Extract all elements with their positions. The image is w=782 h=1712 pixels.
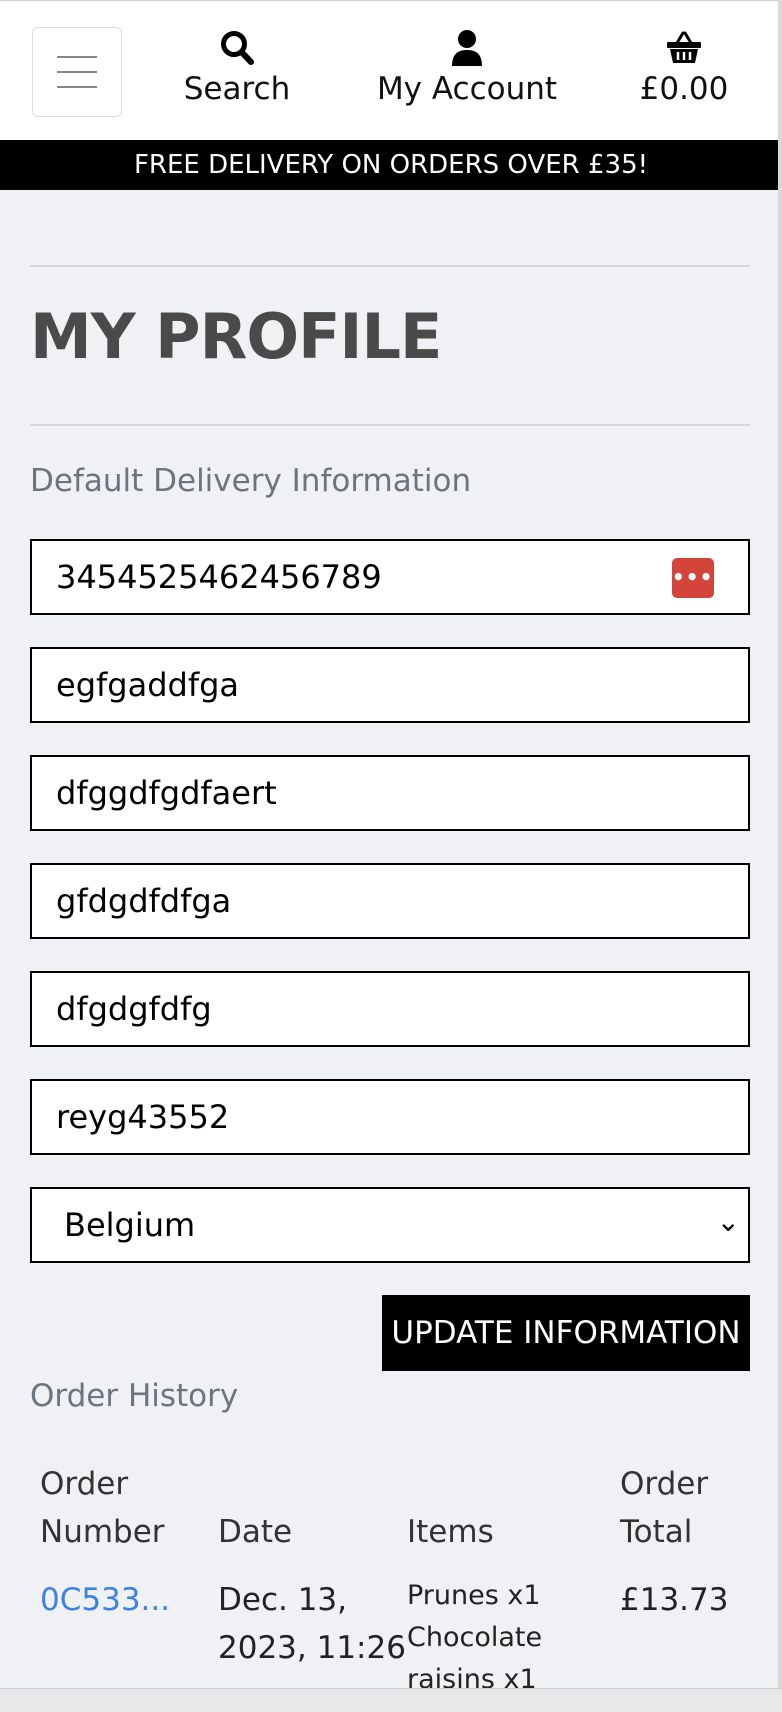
search-icon [221,31,254,65]
street-address-2-input[interactable] [56,757,696,829]
phone-number-input[interactable] [56,541,696,613]
column-header-order-total-line2: Total [620,1514,693,1550]
nav-search[interactable]: Search [176,29,298,107]
order-number-link[interactable]: 0C533... [40,1576,170,1624]
phone-number-field[interactable]: •••| [30,539,750,615]
page-title: MY PROFILE [30,300,442,373]
hamburger-line [57,86,97,88]
town-city-field[interactable] [30,863,750,939]
column-header-order-number-line1: Order [40,1466,129,1502]
street-address-1-input[interactable] [56,649,696,721]
nav-my-account[interactable]: My Account [366,29,568,107]
update-information-button[interactable]: UPDATE INFORMATION [382,1295,750,1371]
basket-icon [667,31,701,63]
country-selected-value: Belgium [64,1206,196,1244]
order-items-line1: Prunes x1 [407,1580,541,1611]
county-field[interactable] [30,971,750,1047]
my-account-label: My Account [376,71,558,107]
password-manager-icon[interactable]: •••| [672,558,721,598]
order-total-value: £13.73 [620,1582,729,1618]
street-address-2-field[interactable] [30,755,750,831]
hamburger-line [57,71,97,73]
cart-total-label: £0.00 [639,71,729,107]
hamburger-icon [57,56,97,58]
free-delivery-banner: FREE DELIVERY ON ORDERS OVER £35! [0,140,782,190]
column-header-items: Items [407,1514,494,1550]
order-history-heading: Order History [30,1378,239,1414]
order-date-line2: 2023, 11:26 [218,1630,406,1666]
user-icon [452,30,482,66]
scrollbar-track[interactable] [778,0,782,1688]
site-header: Search My Account £0.00 [0,0,782,140]
street-address-1-field[interactable] [30,647,750,723]
column-header-date: Date [218,1514,293,1550]
postcode-field[interactable] [30,1079,750,1155]
order-date-line1: Dec. 13, [218,1582,347,1618]
hamburger-menu-button[interactable] [32,27,122,117]
column-header-order-total-line1: Order [620,1466,709,1502]
chevron-down-icon: ⌄ [716,1205,740,1238]
country-select[interactable]: Belgium ⌄ [30,1187,750,1263]
town-city-input[interactable] [56,865,696,937]
order-items-line2: Chocolate [407,1622,543,1653]
divider-bottom [30,424,750,426]
column-header-order-number-line2: Number [40,1514,165,1550]
nav-cart[interactable]: £0.00 [634,29,734,107]
page: Search My Account £0.00 FREE DELIVERY ON… [0,0,782,1712]
delivery-info-heading: Default Delivery Information [30,463,472,499]
browser-bottom-bar [0,1688,782,1712]
divider-top [30,265,750,267]
county-input[interactable] [56,973,696,1045]
postcode-input[interactable] [56,1081,696,1153]
search-label: Search [183,71,291,107]
